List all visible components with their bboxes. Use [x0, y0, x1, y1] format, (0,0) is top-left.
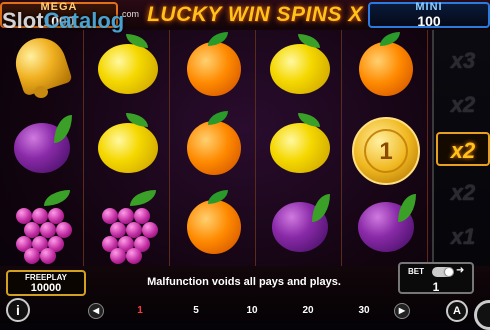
reel-cell-lemon	[86, 109, 170, 187]
freeplay-value: 10000	[30, 282, 62, 294]
game-title: LUCKY WIN SPINS X	[147, 3, 363, 26]
coin-value: 1	[364, 129, 408, 173]
leaf-icon	[54, 115, 72, 143]
lemon-icon	[98, 44, 158, 94]
multiplier-item: x1	[450, 224, 476, 249]
grape-icon	[110, 248, 126, 264]
lemon-icon	[98, 123, 158, 173]
reel-2	[86, 30, 170, 266]
freeplay-label: FREEPLAY	[25, 273, 67, 282]
leaf-icon	[44, 190, 70, 206]
grape-icon	[40, 248, 56, 264]
line-option-20[interactable]: 20	[288, 301, 328, 321]
multiplier-item: x2	[450, 180, 476, 205]
jackpot-mini-value: 100	[417, 13, 441, 29]
line-option-1[interactable]: 1	[120, 301, 160, 321]
watermark-com: com	[122, 9, 140, 19]
reel-cell-lemon	[258, 30, 342, 108]
reel-cell-orange	[172, 30, 256, 108]
multiplier-item: x3	[450, 48, 476, 73]
freeplay-box: FREEPLAY 10000	[6, 270, 86, 296]
line-options: 1 5 10 20 30	[104, 301, 394, 321]
reel-cell-orange	[344, 30, 428, 108]
line-option-10[interactable]: 10	[232, 301, 272, 321]
reel-5: 1	[344, 30, 428, 266]
reel-cell-coin: 1	[344, 109, 428, 187]
orange-icon	[187, 42, 241, 96]
grape-icon	[24, 248, 40, 264]
next-button[interactable]: ▶	[394, 303, 410, 319]
leaf-icon	[130, 190, 156, 206]
reel-1	[0, 30, 84, 266]
reel-cell-plum	[344, 188, 428, 266]
reel-cell-orange	[172, 109, 256, 187]
orange-icon	[187, 200, 241, 254]
reel-cell-orange	[172, 188, 256, 266]
malfunction-message: Malfunction voids all pays and plays.	[147, 276, 341, 288]
arrow-right-icon: ➜	[456, 265, 465, 276]
line-option-5[interactable]: 5	[176, 301, 216, 321]
reels-grid: 1	[0, 30, 432, 268]
coin-icon: 1	[352, 117, 420, 185]
lemon-icon	[270, 44, 330, 94]
prev-button[interactable]: ◀	[88, 303, 104, 319]
orange-icon	[359, 42, 413, 96]
line-option-30[interactable]: 30	[344, 301, 384, 321]
bell-clapper-icon	[34, 86, 48, 98]
leaf-icon	[398, 194, 416, 222]
reel-3	[172, 30, 256, 266]
multiplier-active: x2	[436, 132, 490, 166]
reel-cell-lemon	[86, 30, 170, 108]
leaf-icon	[312, 194, 330, 222]
bet-toggle[interactable]	[432, 267, 454, 277]
multiplier-item: x2	[450, 92, 476, 117]
reel-cell-grapes	[86, 188, 170, 266]
slot-game: MEGA 1000 LUCKY WIN SPINS X MINI 100 Slo…	[0, 0, 490, 330]
toggle-knob-icon	[445, 268, 453, 276]
reel-cell-bell	[0, 30, 84, 108]
info-button[interactable]: i	[6, 298, 30, 322]
bet-label: BET	[408, 267, 424, 276]
spin-button[interactable]	[474, 300, 490, 330]
lemon-icon	[270, 123, 330, 173]
reel-cell-plum	[258, 188, 342, 266]
jackpot-mini-label: MINI	[415, 1, 443, 13]
top-bar: MEGA 1000 LUCKY WIN SPINS X MINI 100 Slo…	[0, 0, 490, 33]
reel-4	[258, 30, 342, 266]
grape-icon	[126, 248, 142, 264]
reel-cell-plum	[0, 109, 84, 187]
bet-box[interactable]: BET ➜ 1	[398, 262, 474, 294]
jackpot-mini: MINI 100	[368, 1, 490, 29]
bottom-panel: FREEPLAY 10000 Malfunction voids all pay…	[0, 262, 490, 330]
orange-icon	[187, 121, 241, 175]
multiplier-column: x3 x2 x2 x2 x1	[432, 30, 490, 266]
reel-cell-lemon	[258, 109, 342, 187]
reel-cell-grapes	[0, 188, 84, 266]
bet-value: 1	[432, 280, 440, 294]
autoplay-button[interactable]: A	[446, 300, 468, 322]
